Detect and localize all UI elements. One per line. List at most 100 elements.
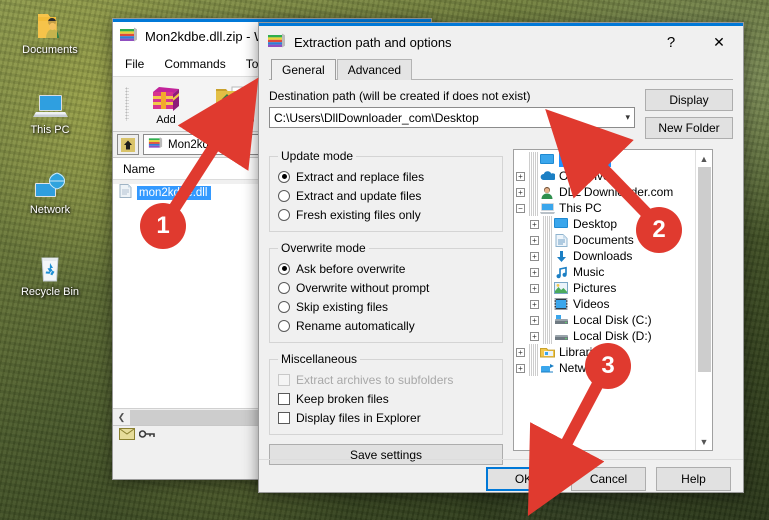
radio-skip-existing-files[interactable]: Skip existing files xyxy=(278,297,494,316)
tree-expander-plus-icon[interactable]: + xyxy=(530,235,539,245)
dialog-body: General Advanced Destination path (will … xyxy=(259,58,743,497)
videos-icon xyxy=(553,297,569,311)
radio-overwrite-without-prompt[interactable]: Overwrite without prompt xyxy=(278,278,494,297)
tab-general[interactable]: General xyxy=(271,59,336,80)
documents-folder-icon xyxy=(4,6,96,42)
option-label: Ask before overwrite xyxy=(296,261,406,276)
tree-item-local-disk-c[interactable]: + Local Disk (C:) xyxy=(516,312,695,328)
destination-path-value: C:\Users\DllDownloader_com\Desktop xyxy=(274,110,479,125)
menu-commands[interactable]: Commands xyxy=(164,57,225,71)
checkbox-indicator xyxy=(278,392,290,405)
destination-folder-tree[interactable]: Desktop + OneDrive + DLL Downloader.com − This… xyxy=(513,149,713,451)
dll-file-icon xyxy=(119,184,132,201)
tree-expander-plus-icon[interactable]: + xyxy=(516,171,525,181)
option-label: Skip existing files xyxy=(296,299,389,314)
option-label: Fresh existing files only xyxy=(296,207,421,222)
checkbox-display-files-in-explorer[interactable]: Display files in Explorer xyxy=(278,408,494,427)
tree-connector xyxy=(542,280,553,296)
tree-connector xyxy=(528,152,539,168)
option-label: Keep broken files xyxy=(296,391,389,406)
checkbox-indicator xyxy=(278,373,290,386)
option-label: Rename automatically xyxy=(296,318,415,333)
toolbar-grip[interactable] xyxy=(125,87,129,121)
scroll-track[interactable] xyxy=(696,167,712,433)
tree-expander-minus-icon[interactable]: − xyxy=(516,203,525,213)
options-column: Update mode Extract and replace files Ex… xyxy=(269,149,503,465)
tree-expander-plus-icon[interactable]: + xyxy=(530,219,539,229)
radio-rename-automatically[interactable]: Rename automatically xyxy=(278,316,494,335)
scroll-left-icon[interactable]: ❮ xyxy=(113,409,130,425)
tree-item-onedrive[interactable]: + OneDrive xyxy=(516,168,695,184)
tree-connector xyxy=(542,232,553,248)
overwrite-mode-legend: Overwrite mode xyxy=(281,241,366,255)
tab-advanced[interactable]: Advanced xyxy=(336,59,413,80)
tree-item-desktop[interactable]: Desktop xyxy=(516,152,695,168)
help-icon[interactable]: ? xyxy=(651,27,691,57)
option-label: Display files in Explorer xyxy=(296,410,421,425)
update-mode-legend: Update mode xyxy=(281,149,354,163)
desktop-icon-documents[interactable]: Documents xyxy=(4,6,96,57)
checkbox-extract-archives-to-subfolders: Extract archives to subfolders xyxy=(278,370,494,389)
chevron-down-icon[interactable]: ▼ xyxy=(696,433,712,450)
tree-item-label: Local Disk (D:) xyxy=(573,329,652,343)
music-icon xyxy=(553,265,569,279)
radio-indicator xyxy=(278,319,290,332)
display-button[interactable]: Display xyxy=(645,89,733,111)
tree-item-music[interactable]: + Music xyxy=(516,264,695,280)
tree-item-label: Local Disk (C:) xyxy=(573,313,652,327)
toolbar-add-button[interactable]: Add xyxy=(135,82,197,126)
column-header-label: Name xyxy=(123,161,156,176)
pictures-icon xyxy=(553,281,569,295)
winrar-books-icon xyxy=(267,32,286,53)
destination-path-input[interactable]: C:\Users\DllDownloader_com\Desktop ▾ xyxy=(269,107,635,128)
desktop-icon-this-pc[interactable]: This PC xyxy=(4,86,96,137)
new-folder-button[interactable]: New Folder xyxy=(645,117,733,139)
desktop-icon-label: Recycle Bin xyxy=(20,286,80,298)
tree-expander-plus-icon[interactable]: + xyxy=(530,267,539,277)
option-label: Extract archives to subfolders xyxy=(296,372,454,387)
ok-button[interactable]: OK xyxy=(486,466,561,491)
tree-item-dll-downloader-com[interactable]: + DLL Downloader.com xyxy=(516,184,695,200)
chevron-down-icon[interactable]: ▾ xyxy=(625,112,630,123)
help-button[interactable]: Help xyxy=(656,466,731,491)
radio-indicator xyxy=(278,170,290,183)
tree-item-videos[interactable]: + Videos xyxy=(516,296,695,312)
radio-ask-before-overwrite[interactable]: Ask before overwrite xyxy=(278,259,494,278)
tree-expander-plus-icon[interactable]: + xyxy=(530,299,539,309)
recycle-bin-icon xyxy=(4,248,96,284)
scroll-thumb[interactable] xyxy=(698,167,711,372)
tree-connector xyxy=(542,264,553,280)
tree-expander-plus-icon[interactable]: + xyxy=(530,251,539,261)
radio-extract-and-update-files[interactable]: Extract and update files xyxy=(278,186,494,205)
tree-vertical-scrollbar[interactable]: ▲ ▼ xyxy=(695,150,712,450)
desktop-icon-network[interactable]: Network xyxy=(4,166,96,217)
tree-item-local-disk-d[interactable]: + Local Disk (D:) xyxy=(516,328,695,344)
extract-to-folder-icon xyxy=(199,82,261,114)
dialog-titlebar[interactable]: Extraction path and options ? ✕ xyxy=(259,26,743,58)
toolbar-extract-to-button[interactable]: Extract To xyxy=(199,82,261,126)
network-icon xyxy=(4,166,96,202)
tree-connector xyxy=(542,248,553,264)
computer-icon xyxy=(539,201,555,215)
checkbox-keep-broken-files[interactable]: Keep broken files xyxy=(278,389,494,408)
radio-fresh-existing-files-only[interactable]: Fresh existing files only xyxy=(278,205,494,224)
desktop-icon-label: Network xyxy=(29,204,71,216)
tree-expander-plus-icon[interactable]: + xyxy=(530,315,539,325)
tree-expander-plus-icon[interactable]: + xyxy=(530,331,539,341)
radio-extract-and-replace-files[interactable]: Extract and replace files xyxy=(278,167,494,186)
tree-expander-plus-icon[interactable]: + xyxy=(516,363,525,373)
tree-connector xyxy=(528,184,539,200)
desktop-icon-recycle-bin[interactable]: Recycle Bin xyxy=(4,248,96,299)
chevron-up-icon[interactable]: ▲ xyxy=(696,150,712,167)
cancel-button[interactable]: Cancel xyxy=(571,466,646,491)
up-one-level-icon[interactable] xyxy=(117,134,139,155)
tree-expander-plus-icon[interactable]: + xyxy=(516,347,525,357)
file-name-cell[interactable]: mon2kdbe.dll xyxy=(137,185,212,200)
drive-icon xyxy=(553,329,569,343)
add-archive-icon xyxy=(135,82,197,114)
tree-expander-plus-icon[interactable]: + xyxy=(530,283,539,293)
menu-file[interactable]: File xyxy=(125,57,144,71)
tree-item-pictures[interactable]: + Pictures xyxy=(516,280,695,296)
tree-expander-plus-icon[interactable]: + xyxy=(516,187,525,197)
close-icon[interactable]: ✕ xyxy=(699,27,739,57)
